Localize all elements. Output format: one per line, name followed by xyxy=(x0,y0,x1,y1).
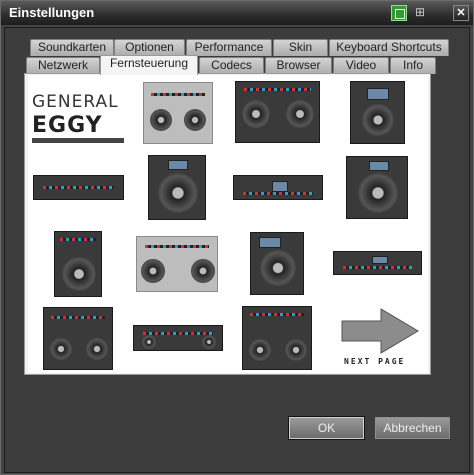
window-title: Einstellungen xyxy=(9,5,95,20)
controller-image-2[interactable] xyxy=(235,81,320,143)
controller-image-12[interactable] xyxy=(43,307,113,370)
controller-image-11[interactable] xyxy=(333,251,422,275)
tab-keyboard-shortcuts[interactable]: Keyboard Shortcuts xyxy=(329,39,449,56)
windows-flag-icon: ⊞ xyxy=(414,5,426,19)
restore-icon[interactable] xyxy=(391,5,407,21)
controller-image-13[interactable] xyxy=(133,325,223,351)
next-page-label[interactable]: NEXT PAGE xyxy=(344,357,410,366)
controller-image-4[interactable] xyxy=(33,175,124,200)
controller-gallery: GENERAL EGGY NEXT PAGE xyxy=(28,75,428,373)
tab-codecs[interactable]: Codecs xyxy=(199,57,264,74)
controller-image-10[interactable] xyxy=(250,232,304,295)
ok-button[interactable]: OK xyxy=(288,416,365,440)
tab-skin[interactable]: Skin xyxy=(273,39,328,56)
tab-performance[interactable]: Performance xyxy=(186,39,272,56)
close-icon[interactable]: ✕ xyxy=(453,5,469,21)
controller-image-14[interactable] xyxy=(242,306,312,370)
controller-image-5[interactable] xyxy=(148,155,206,220)
settings-window: Einstellungen ⊞ ✕ Soundkarten Optionen P… xyxy=(0,0,474,475)
tab-netzwerk[interactable]: Netzwerk xyxy=(26,57,100,74)
title-bar[interactable]: Einstellungen ⊞ ✕ xyxy=(1,1,473,25)
controller-image-1[interactable] xyxy=(143,82,213,144)
tab-info[interactable]: Info xyxy=(390,57,436,74)
next-page-arrow-icon[interactable] xyxy=(341,308,419,354)
controller-image-9[interactable] xyxy=(136,236,218,292)
controller-image-7[interactable] xyxy=(346,156,408,219)
controller-image-3[interactable] xyxy=(350,81,405,144)
controller-image-6[interactable] xyxy=(233,175,323,200)
tab-fernsteuerung[interactable]: Fernsteuerung xyxy=(100,55,198,75)
tab-soundkarten[interactable]: Soundkarten xyxy=(30,39,114,56)
controller-image-8[interactable] xyxy=(54,231,102,297)
cancel-button[interactable]: Abbrechen xyxy=(375,417,450,439)
general-eggy-logo[interactable]: GENERAL EGGY xyxy=(32,92,124,146)
tab-browser[interactable]: Browser xyxy=(265,57,332,74)
tab-optionen[interactable]: Optionen xyxy=(114,39,185,56)
tab-video[interactable]: Video xyxy=(333,57,389,74)
